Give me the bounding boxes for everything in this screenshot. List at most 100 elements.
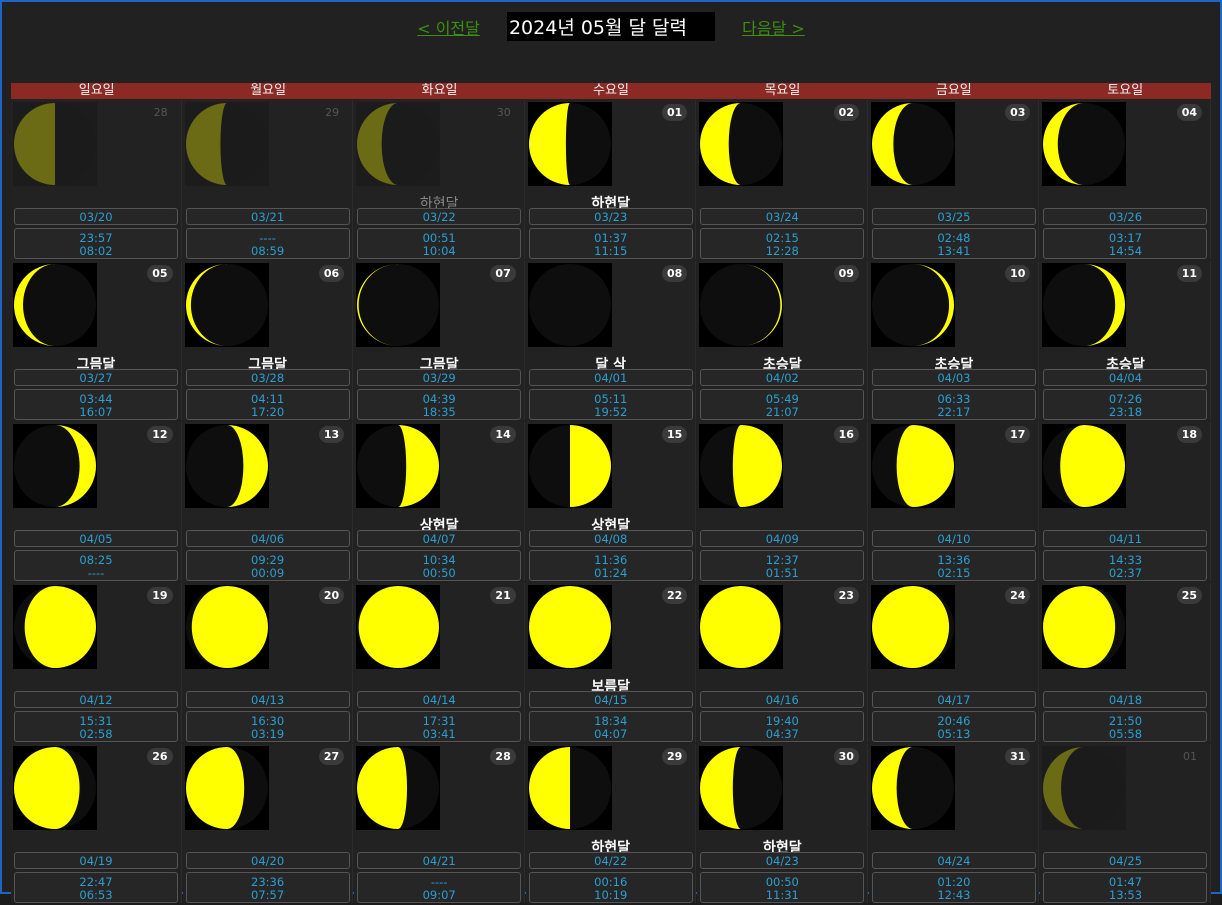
moonset-time: 08:02 — [79, 243, 113, 258]
day-cell[interactable]: 01 04/25 01:47 13:53 — [1040, 744, 1212, 903]
moon-phase-icon — [356, 263, 441, 347]
day-cell[interactable]: 06 그믐달 03/28 04:11 17:20 — [182, 261, 354, 420]
lunar-date: 04/20 — [185, 852, 350, 869]
day-cell[interactable]: 08 달 삭 04/01 05:11 19:52 — [525, 261, 697, 420]
day-cell[interactable]: 17 04/10 13:36 02:15 — [868, 422, 1040, 581]
day-cell[interactable]: 18 04/11 14:33 02:37 — [1040, 422, 1212, 581]
lunar-date: 03/28 — [185, 369, 350, 386]
day-number: 14 — [490, 426, 516, 443]
day-cell[interactable]: 21 04/14 17:31 03:41 — [354, 583, 525, 742]
day-cell[interactable]: 24 04/17 20:46 05:13 — [868, 583, 1040, 742]
moon-rise-set: 03:17 14:54 — [1043, 228, 1208, 259]
day-cell[interactable]: 25 04/18 21:50 05:58 — [1040, 583, 1212, 742]
day-cell[interactable]: 27 04/20 23:36 07:57 — [182, 744, 354, 903]
lunar-date: 04/15 — [528, 691, 693, 708]
day-cell[interactable]: 04 03/26 03:17 14:54 — [1040, 100, 1212, 259]
moonset-time: 12:28 — [765, 243, 799, 258]
day-cell[interactable]: 11 초승달 04/04 07:26 23:18 — [1040, 261, 1212, 420]
moonrise-time: 06:33 — [937, 392, 971, 406]
moonset-time: 08:59 — [251, 243, 285, 258]
day-cell[interactable]: 22 보름달 04/15 18:34 04:07 — [525, 583, 697, 742]
moon-phase-icon — [356, 102, 441, 186]
moon-rise-set: 13:36 02:15 — [871, 550, 1036, 581]
day-cell[interactable]: 28 04/21 ---- 09:07 — [354, 744, 525, 903]
day-cell[interactable]: 23 04/16 19:40 04:37 — [697, 583, 868, 742]
lunar-date: 03/22 — [357, 208, 522, 225]
day-cell[interactable]: 15 상현달 04/08 11:36 01:24 — [525, 422, 697, 581]
day-number: 22 — [662, 587, 688, 604]
day-cell[interactable]: 29 하현달 04/22 00:16 10:19 — [525, 744, 697, 903]
day-cell[interactable]: 29 03/21 ---- 08:59 — [182, 100, 354, 259]
moon-rise-set: 09:29 00:09 — [185, 550, 350, 581]
moonset-time: 00:50 — [422, 565, 456, 580]
day-cell[interactable]: 14 상현달 04/07 10:34 00:50 — [354, 422, 525, 581]
day-cell[interactable]: 26 04/19 22:47 06:53 — [11, 744, 182, 903]
moon-phase-icon — [1042, 746, 1127, 830]
day-number: 24 — [1005, 587, 1031, 604]
lunar-date: 04/01 — [528, 369, 693, 386]
moonrise-time: 21:50 — [1108, 714, 1143, 728]
lunar-date: 04/10 — [871, 530, 1036, 547]
calendar-week-row: 26 04/19 22:47 06:53 27 04/20 23:36 07:57 28 04/2… — [11, 744, 1212, 905]
day-cell[interactable]: 30 하현달 03/22 00:51 10:04 — [354, 100, 525, 259]
next-month-link[interactable]: 다음달 > — [742, 15, 805, 39]
day-cell[interactable]: 03 03/25 02:48 13:41 — [868, 100, 1040, 259]
moonset-time: 07:57 — [251, 887, 285, 902]
page-title: 2024년 05월 달 달력 — [506, 12, 716, 41]
moon-rise-set: 20:46 05:13 — [871, 711, 1036, 742]
day-number: 25 — [1176, 587, 1203, 604]
day-cell[interactable]: 12 04/05 08:25 ---- — [11, 422, 182, 581]
moonset-time: 04:07 — [594, 726, 628, 741]
day-cell[interactable]: 07 그믐달 03/29 04:39 18:35 — [354, 261, 525, 420]
day-number: 07 — [490, 265, 516, 282]
day-number: 30 — [833, 748, 859, 765]
day-number: 20 — [318, 587, 345, 604]
moon-rise-set: 01:47 13:53 — [1043, 872, 1208, 903]
day-number: 11 — [1176, 265, 1203, 282]
day-cell[interactable]: 09 초승달 04/02 05:49 21:07 — [697, 261, 868, 420]
day-cell[interactable]: 30 하현달 04/23 00:50 11:31 — [697, 744, 868, 903]
moon-phase-icon — [184, 585, 269, 669]
moon-rise-set: 02:48 13:41 — [871, 228, 1036, 259]
lunar-date: 04/07 — [357, 530, 522, 547]
moonrise-time: 07:26 — [1108, 392, 1143, 406]
day-number: 03 — [1005, 104, 1031, 121]
moonrise-time: 16:30 — [251, 714, 285, 728]
day-number: 30 — [496, 106, 511, 119]
day-number: 23 — [833, 587, 859, 604]
lunar-date: 04/11 — [1043, 530, 1208, 547]
day-cell[interactable]: 05 그믐달 03/27 03:44 16:07 — [11, 261, 182, 420]
day-number: 29 — [325, 106, 340, 119]
moon-rise-set: 06:33 22:17 — [871, 389, 1036, 420]
moon-phase-icon — [870, 585, 955, 669]
moon-phase-icon — [184, 102, 269, 186]
day-cell[interactable]: 28 03/20 23:57 08:02 — [11, 100, 182, 259]
lunar-date: 03/25 — [871, 208, 1036, 225]
day-cell[interactable]: 19 04/12 15:31 02:58 — [11, 583, 182, 742]
moon-rise-set: 01:37 11:15 — [528, 228, 693, 259]
moonset-time: 23:18 — [1108, 404, 1143, 419]
moonrise-time: 05:11 — [594, 392, 628, 406]
weekday-tue: 화요일 — [421, 83, 458, 98]
day-cell[interactable]: 10 초승달 04/03 06:33 22:17 — [868, 261, 1040, 420]
moon-rise-set: 23:36 07:57 — [185, 872, 350, 903]
day-cell[interactable]: 31 04/24 01:20 12:43 — [868, 744, 1040, 903]
moon-rise-set: 08:25 ---- — [14, 550, 178, 581]
day-number: 13 — [318, 426, 345, 443]
moonrise-time: 12:37 — [765, 553, 799, 567]
prev-month-link[interactable]: < 이전달 — [417, 15, 480, 39]
day-number: 10 — [1005, 265, 1031, 282]
day-cell[interactable]: 01 하현달 03/23 01:37 11:15 — [525, 100, 697, 259]
day-cell[interactable]: 20 04/13 16:30 03:19 — [182, 583, 354, 742]
moon-phase-icon — [527, 102, 612, 186]
day-cell[interactable]: 02 03/24 02:15 12:28 — [697, 100, 868, 259]
day-cell[interactable]: 16 04/09 12:37 01:51 — [697, 422, 868, 581]
moonset-time: 18:35 — [422, 404, 456, 419]
moon-rise-set: 05:49 21:07 — [700, 389, 865, 420]
moon-phase-icon — [527, 424, 612, 508]
day-number: 17 — [1005, 426, 1031, 443]
moonrise-time: 00:16 — [594, 875, 628, 889]
moonrise-time: 01:37 — [594, 231, 628, 245]
day-cell[interactable]: 13 04/06 09:29 00:09 — [182, 422, 354, 581]
weekday-wed: 수요일 — [593, 83, 629, 98]
